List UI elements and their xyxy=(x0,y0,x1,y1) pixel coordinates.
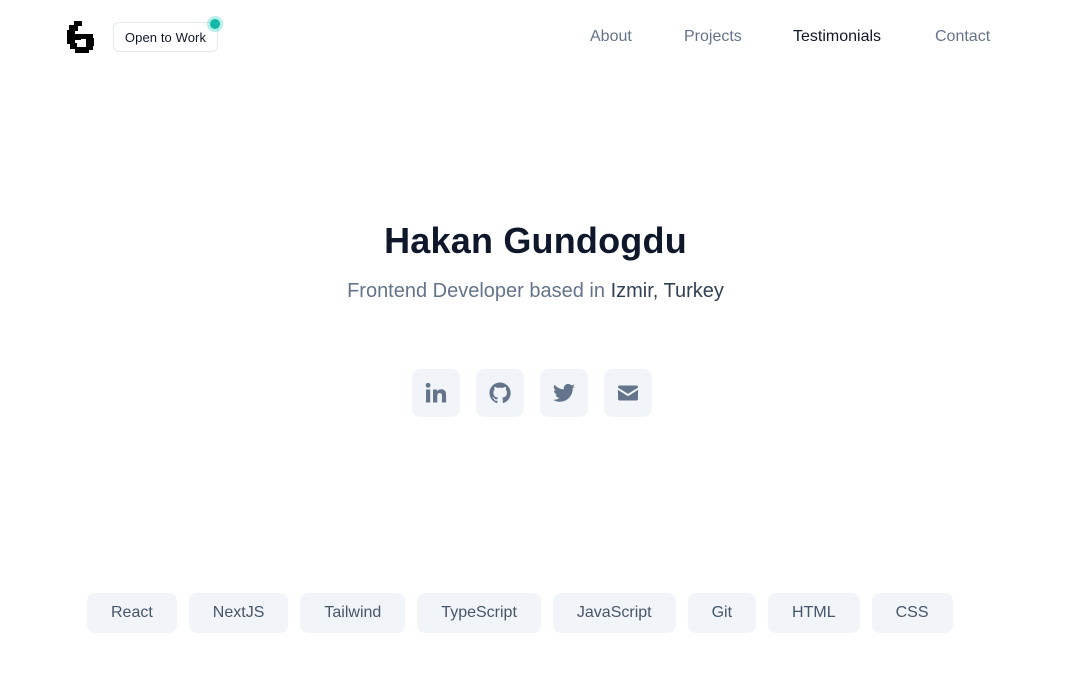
nav-projects[interactable]: Projects xyxy=(684,27,742,47)
twitter-button[interactable] xyxy=(540,369,588,417)
nav-contact[interactable]: Contact xyxy=(935,27,990,47)
linkedin-icon xyxy=(425,382,447,403)
nav-about[interactable]: About xyxy=(590,27,632,47)
tech-tag-nextjs: NextJS xyxy=(188,593,289,633)
tech-tag-html: HTML xyxy=(768,593,860,633)
github-icon xyxy=(489,382,511,404)
twitter-icon xyxy=(553,383,575,402)
tech-tag-javascript: JavaScript xyxy=(552,593,676,633)
email-icon xyxy=(618,385,638,401)
tech-tag-tailwind: Tailwind xyxy=(300,593,406,633)
hero-name: Hakan Gundogdu xyxy=(384,220,687,261)
tech-tag-git: Git xyxy=(687,593,757,633)
hero-role-text: Frontend Developer based in xyxy=(347,280,611,302)
linkedin-button[interactable] xyxy=(412,369,460,417)
portfolio-page: Open to Work About Projects Testimonials… xyxy=(0,0,1071,678)
nav-testimonials[interactable]: Testimonials xyxy=(793,27,881,47)
hero-subtitle: Frontend Developer based in Izmir, Turke… xyxy=(0,279,1071,303)
tech-stack-list: React NextJS Tailwind TypeScript JavaScr… xyxy=(87,593,953,633)
hero-location: Izmir, Turkey xyxy=(610,280,724,302)
github-button[interactable] xyxy=(476,369,524,417)
social-links xyxy=(412,369,652,417)
site-header: Open to Work About Projects Testimonials… xyxy=(0,0,1071,74)
tech-tag-react: React xyxy=(87,593,177,633)
email-button[interactable] xyxy=(604,369,652,417)
tech-tag-typescript: TypeScript xyxy=(417,593,541,633)
main-nav: About Projects Testimonials Contact xyxy=(0,27,1071,49)
tech-tag-css: CSS xyxy=(871,593,953,633)
